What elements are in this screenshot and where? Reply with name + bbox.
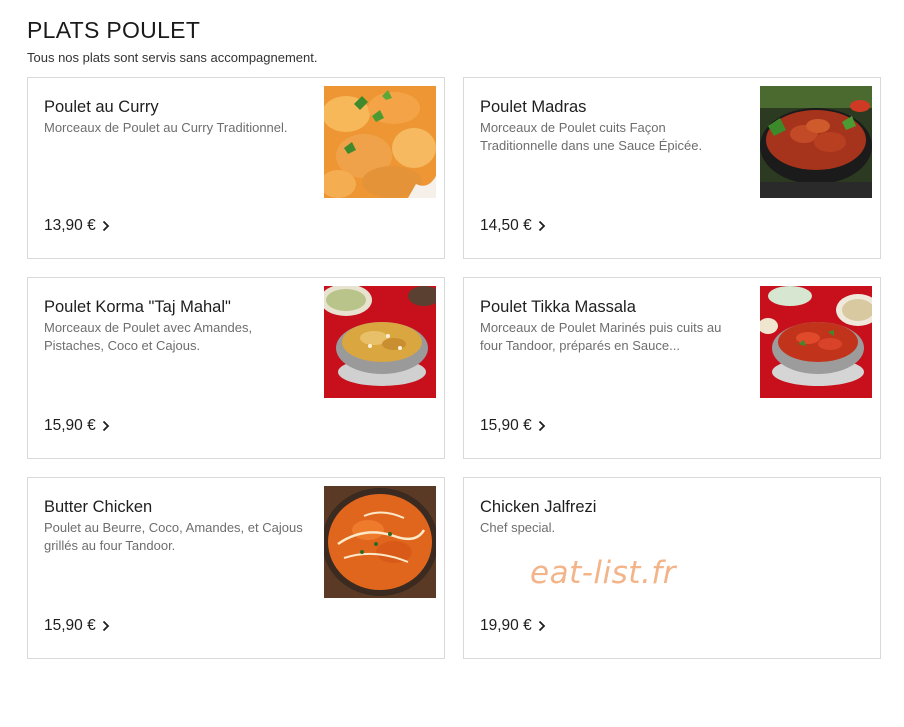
dish-card-butter-chicken[interactable]: Butter Chicken Poulet au Beurre, Coco, A… [27, 477, 445, 659]
dish-description: Morceaux de Poulet Marinés puis cuits au… [480, 320, 722, 353]
dish-price-value: 14,50 € [480, 217, 532, 234]
chevron-right-icon [102, 420, 110, 432]
dish-name: Poulet au Curry [44, 98, 159, 116]
tikka-massala-bowl-photo [760, 286, 872, 398]
section-header: PLATS POULET Tous nos plats sont servis … [27, 16, 317, 66]
dish-description: Poulet au Beurre, Coco, Amandes, et Cajo… [44, 520, 303, 553]
madras-curry-pan-photo [760, 86, 872, 198]
dish-card-poulet-au-curry[interactable]: Poulet au Curry Morceaux de Poulet au Cu… [27, 77, 445, 259]
dish-price-value: 13,90 € [44, 217, 96, 234]
dish-price-value: 15,90 € [44, 417, 96, 434]
butter-chicken-bowl-photo [324, 486, 436, 598]
dish-name: Chicken Jalfrezi [480, 498, 597, 516]
chevron-right-icon [102, 220, 110, 232]
dish-price-value: 15,90 € [44, 617, 96, 634]
dish-description: Morceaux de Poulet cuits Façon Tradition… [480, 120, 703, 153]
dish-price-value: 19,90 € [480, 617, 532, 634]
dish-price[interactable]: 14,50 € [480, 217, 546, 235]
section-subtitle: Tous nos plats sont servis sans accompag… [27, 50, 318, 65]
chevron-right-icon [102, 620, 110, 632]
section-title: PLATS POULET [27, 17, 201, 43]
dish-name: Poulet Tikka Massala [480, 298, 636, 316]
dish-card-poulet-madras[interactable]: Poulet Madras Morceaux de Poulet cuits F… [463, 77, 881, 259]
dish-price[interactable]: 15,90 € [44, 617, 110, 635]
dish-price[interactable]: 15,90 € [44, 417, 110, 435]
watermark: eat-list.fr [530, 555, 676, 591]
dish-card-poulet-tikka-massala[interactable]: Poulet Tikka Massala Morceaux de Poulet … [463, 277, 881, 459]
korma-bowl-photo [324, 286, 436, 398]
dish-name: Butter Chicken [44, 498, 153, 516]
chevron-right-icon [538, 220, 546, 232]
chevron-right-icon [538, 620, 546, 632]
dish-price[interactable]: 13,90 € [44, 217, 110, 235]
dish-description: Chef special. [480, 520, 556, 535]
dish-name: Poulet Madras [480, 98, 587, 116]
dish-name: Poulet Korma "Taj Mahal" [44, 298, 231, 316]
dish-price-value: 15,90 € [480, 417, 532, 434]
dish-description: Morceaux de Poulet avec Amandes, Pistach… [44, 320, 253, 353]
dish-price[interactable]: 19,90 € [480, 617, 546, 635]
chevron-right-icon [538, 420, 546, 432]
dish-card-poulet-korma[interactable]: Poulet Korma "Taj Mahal" Morceaux de Pou… [27, 277, 445, 459]
dish-price[interactable]: 15,90 € [480, 417, 546, 435]
chicken-curry-photo [324, 86, 436, 198]
dish-description: Morceaux de Poulet au Curry Traditionnel… [44, 120, 288, 135]
